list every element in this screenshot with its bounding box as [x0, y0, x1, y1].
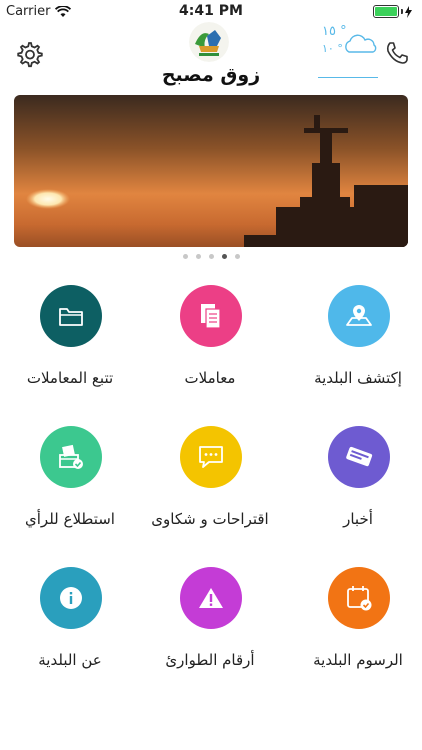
map-pin-icon: [346, 305, 372, 326]
info-icon: [60, 587, 82, 609]
tile-suggestions-complaints[interactable]: اقتراحات و شكاوى: [140, 426, 280, 566]
tile-municipal-fees[interactable]: الرسوم البلدية: [288, 567, 422, 707]
weather-underline: [318, 77, 378, 78]
calendar-check-icon: [347, 586, 372, 611]
municipality-logo: [189, 22, 229, 62]
cloud-icon: [345, 34, 377, 53]
tile-label: الرسوم البلدية: [313, 651, 403, 669]
tile-label: عن البلدية: [38, 651, 102, 669]
tile-label: إكتشف البلدية: [314, 369, 402, 387]
temperature-low: ١٠ °: [322, 42, 343, 55]
slide-indicator[interactable]: [0, 254, 422, 259]
app-header: زوق مصبح ١٥ ° ١٠ °: [0, 22, 422, 92]
clock: 4:41 PM: [179, 3, 243, 19]
banner-image: [14, 95, 408, 247]
tile-label: استطلاع للرأي: [25, 510, 115, 528]
tile-icon-circle: [40, 285, 102, 347]
ballot-icon: [59, 444, 83, 469]
warning-icon: [199, 588, 223, 608]
tile-explore-municipality[interactable]: إكتشف البلدية: [288, 285, 422, 425]
phone-icon[interactable]: [384, 40, 410, 66]
battery-indicator: [373, 5, 412, 18]
tile-icon-circle: [180, 426, 242, 488]
folder-icon: [59, 308, 83, 326]
tile-label: معاملات: [184, 369, 236, 387]
banner-slideshow[interactable]: [14, 95, 408, 247]
tile-emergency-numbers[interactable]: أرقام الطوارئ: [140, 567, 280, 707]
document-icon: [201, 304, 221, 329]
tile-label: اقتراحات و شكاوى: [151, 510, 269, 528]
slide-dot[interactable]: [208, 254, 214, 259]
tile-news[interactable]: أخبار: [288, 426, 422, 566]
tile-label: أرقام الطوارئ: [165, 651, 255, 669]
battery-icon: [373, 5, 399, 18]
slide-dot[interactable]: [182, 254, 188, 259]
tile-icon-circle: [328, 285, 390, 347]
tile-icon-circle: [40, 567, 102, 629]
tile-track-transactions[interactable]: تتبع المعاملات: [0, 285, 140, 425]
status-bar: Carrier 4:41 PM: [0, 0, 422, 22]
tile-icon-circle: [180, 285, 242, 347]
charging-icon: [405, 5, 412, 18]
chat-icon: [199, 446, 223, 468]
tile-transactions[interactable]: معاملات: [140, 285, 280, 425]
tile-icon-circle: [328, 426, 390, 488]
tile-icon-circle: [40, 426, 102, 488]
tile-label: أخبار: [343, 510, 373, 528]
slide-dot-active[interactable]: [221, 254, 227, 259]
tile-about-municipality[interactable]: عن البلدية: [0, 567, 140, 707]
tile-opinion-poll[interactable]: استطلاع للرأي: [0, 426, 140, 566]
news-icon: [346, 446, 373, 467]
tile-icon-circle: [180, 567, 242, 629]
weather-widget[interactable]: ١٥ ° ١٠ °: [318, 22, 380, 80]
tile-icon-circle: [328, 567, 390, 629]
slide-dot[interactable]: [195, 254, 201, 259]
tile-label: تتبع المعاملات: [26, 369, 114, 387]
slide-dot[interactable]: [234, 254, 240, 259]
